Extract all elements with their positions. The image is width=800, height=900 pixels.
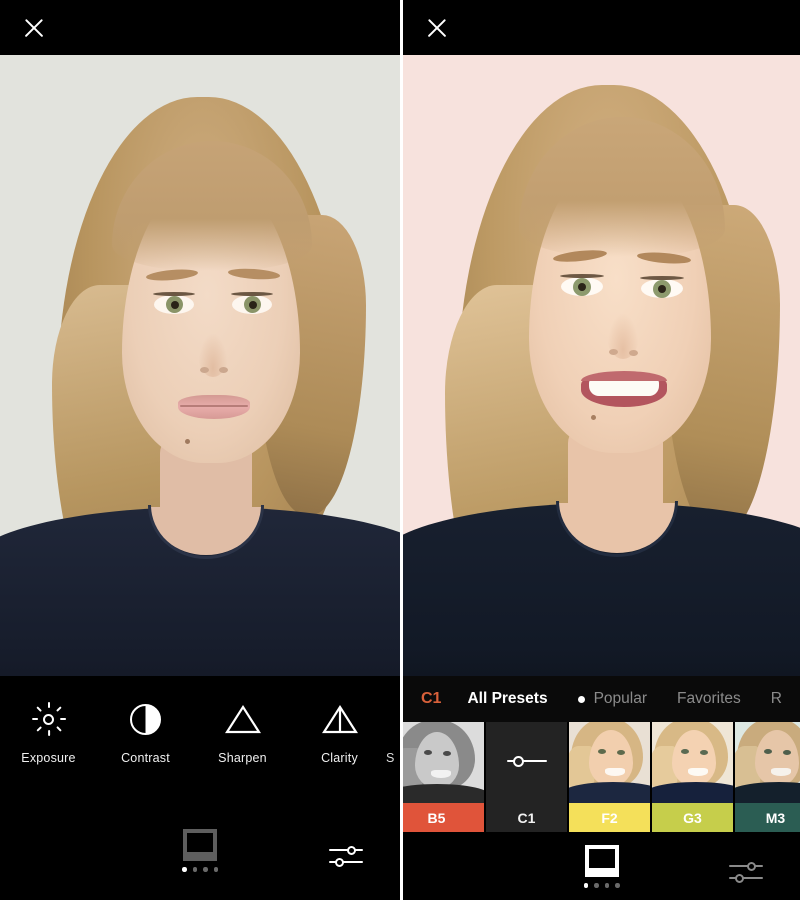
preset-b5[interactable]: B5: [403, 722, 484, 832]
preset-label: B5: [403, 803, 484, 832]
slider-icon: [506, 755, 547, 769]
right-panel-edited: C1 All Presets Popular Favorites R B5 C1…: [403, 0, 800, 900]
nav-adjust-button[interactable]: [329, 844, 363, 868]
tab-label: Popular: [593, 690, 648, 707]
tool-contrast[interactable]: Contrast: [97, 698, 194, 765]
preset-label: C1: [486, 803, 567, 832]
sliders-icon: [329, 844, 363, 868]
nav-presets-button[interactable]: [583, 845, 620, 888]
contrast-circle-icon: [125, 698, 167, 740]
tool-clarity[interactable]: Clarity: [291, 698, 388, 765]
preset-thumbnail-image: [652, 722, 733, 803]
preset-m3[interactable]: M3: [735, 722, 800, 832]
preset-thumbnail-image: [403, 722, 484, 803]
polaroid-icon: [584, 845, 619, 877]
adjustment-tools-strip[interactable]: Exposure Contrast Sharpen Clarity S: [0, 676, 400, 816]
close-icon[interactable]: [425, 16, 449, 40]
portrait-photo-original[interactable]: [0, 55, 400, 676]
sun-icon: [28, 698, 70, 740]
triangle-icon: [222, 698, 264, 740]
tool-sharpen[interactable]: Sharpen: [194, 698, 291, 765]
nav-adjust-button[interactable]: [729, 860, 763, 884]
photo-editor-app: Exposure Contrast Sharpen Clarity S C1 A…: [0, 0, 800, 900]
preset-category-tabs[interactable]: C1 All Presets Popular Favorites R: [403, 676, 800, 722]
bullet-icon: [577, 695, 585, 703]
tool-label: S: [386, 751, 395, 765]
polaroid-icon: [183, 829, 217, 861]
tab-all-presets[interactable]: All Presets: [467, 690, 547, 708]
preset-label: G3: [652, 803, 733, 832]
left-panel-original: Exposure Contrast Sharpen Clarity S: [0, 0, 400, 900]
tool-label: Contrast: [121, 751, 170, 765]
preset-c1-selected[interactable]: C1: [486, 722, 567, 832]
tab-popular[interactable]: Popular: [577, 690, 648, 708]
preset-f2[interactable]: F2: [569, 722, 650, 832]
page-dots: [182, 867, 218, 872]
tab-favorites[interactable]: Favorites: [677, 690, 741, 708]
tool-label: Sharpen: [218, 751, 267, 765]
preset-thumbnail-image: [735, 722, 800, 803]
tool-exposure[interactable]: Exposure: [0, 698, 97, 765]
preset-g3[interactable]: G3: [652, 722, 733, 832]
sliders-icon: [729, 860, 763, 884]
left-topbar: [0, 0, 400, 55]
tool-label: Exposure: [21, 751, 76, 765]
right-topbar: [403, 0, 800, 55]
left-bottom-nav: [0, 816, 400, 900]
nav-presets-button[interactable]: [182, 829, 218, 872]
close-icon[interactable]: [22, 16, 46, 40]
preset-thumbnails[interactable]: B5 C1 F2 G3 M3: [403, 722, 800, 832]
triangle-split-icon: [319, 698, 361, 740]
portrait-photo-edited[interactable]: [403, 55, 800, 676]
preset-label: M3: [735, 803, 800, 832]
right-bottom-nav: [403, 832, 800, 900]
tool-label: Clarity: [321, 751, 358, 765]
preset-thumbnail-image: [569, 722, 650, 803]
page-dots: [583, 883, 620, 888]
tab-recent-cutoff[interactable]: R: [771, 690, 782, 708]
preset-current-code[interactable]: C1: [421, 690, 441, 708]
preset-slider-area: [486, 722, 567, 803]
preset-label: F2: [569, 803, 650, 832]
tool-structure-cutoff[interactable]: S: [386, 698, 400, 765]
